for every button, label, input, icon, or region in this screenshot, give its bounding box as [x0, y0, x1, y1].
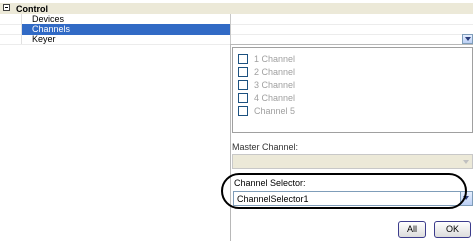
collapse-icon[interactable]	[3, 4, 10, 11]
chevron-down-icon	[465, 37, 471, 41]
master-channel-select	[232, 154, 473, 169]
master-channel-label: Master Channel:	[232, 142, 299, 152]
channel-5-label: Channel 5	[254, 106, 296, 116]
channel-1-label: 1 Channel	[254, 54, 296, 64]
channel-4-label: 4 Channel	[254, 93, 296, 103]
tree-header-label: Control	[16, 4, 48, 14]
channel-2-checkbox[interactable]	[238, 67, 248, 77]
tree-header-row	[0, 3, 473, 14]
all-button[interactable]: All	[398, 221, 426, 238]
channels-dropdown-button[interactable]	[462, 34, 473, 44]
highlight-callout-ellipse	[221, 173, 467, 209]
ok-button[interactable]: OK	[434, 221, 471, 238]
channel-5-checkbox[interactable]	[238, 106, 248, 116]
channel-3-checkbox[interactable]	[238, 80, 248, 90]
indent-guide	[21, 14, 22, 44]
chevron-down-icon	[463, 160, 469, 164]
tree-item-label: Keyer	[32, 34, 56, 44]
channel-4-checkbox[interactable]	[238, 93, 248, 103]
channel-2-label: 2 Channel	[254, 67, 296, 77]
channel-1-checkbox[interactable]	[238, 54, 248, 64]
channel-3-label: 3 Channel	[254, 80, 296, 90]
